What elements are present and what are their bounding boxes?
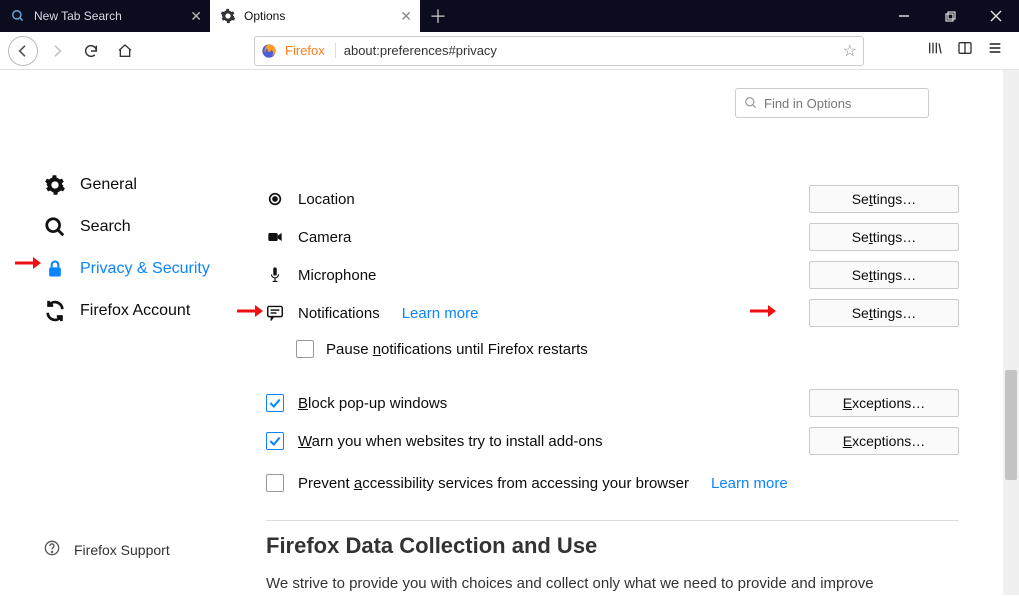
settings-button-notifications[interactable]: Settings… — [809, 299, 959, 327]
gear-icon — [220, 8, 236, 24]
tab-label: Options — [244, 9, 285, 23]
tab-options[interactable]: Options ✕ — [210, 0, 420, 32]
support-label: Firefox Support — [74, 542, 170, 558]
toolbar: Firefox ☆ — [0, 32, 1019, 70]
permission-row-notifications: Notifications Learn more Settings… — [266, 294, 959, 332]
section-title-data-collection: Firefox Data Collection and Use — [266, 533, 959, 559]
checkbox-label: Pause notifications until Firefox restar… — [326, 341, 588, 358]
search-icon — [44, 216, 66, 238]
notification-icon — [266, 304, 284, 322]
sidebar-item-general[interactable]: General — [0, 164, 240, 206]
library-icon[interactable] — [927, 40, 943, 61]
sidebar-toggle-icon[interactable] — [957, 40, 973, 61]
url-input[interactable] — [344, 43, 835, 58]
checkbox-warn-addons[interactable] — [266, 432, 284, 450]
reload-button[interactable] — [76, 36, 106, 66]
settings-button-location[interactable]: Settings… — [809, 185, 959, 213]
sidebar-item-account[interactable]: Firefox Account — [0, 290, 240, 332]
permission-row-camera: Camera Settings… — [266, 218, 959, 256]
bookmark-star-icon[interactable]: ☆ — [843, 41, 857, 61]
pause-notifications-row: Pause notifications until Firefox restar… — [296, 332, 959, 366]
permission-row-microphone: Microphone Settings… — [266, 256, 959, 294]
sidebar-label: Firefox Account — [80, 302, 190, 320]
sidebar-label: General — [80, 176, 137, 194]
maximize-button[interactable] — [927, 0, 973, 32]
permission-label: Location — [298, 191, 355, 208]
back-button[interactable] — [8, 36, 38, 66]
permission-label: Camera — [298, 229, 351, 246]
microphone-icon — [266, 266, 284, 284]
url-brand-label: Firefox — [285, 43, 336, 58]
annotation-arrow-icon — [237, 304, 263, 318]
close-icon[interactable]: ✕ — [190, 8, 202, 25]
exceptions-button-popups[interactable]: Exceptions… — [809, 389, 959, 417]
search-icon — [10, 8, 26, 24]
new-tab-button[interactable]: ＋ — [420, 0, 456, 32]
lock-icon — [44, 258, 66, 280]
learn-more-link[interactable]: Learn more — [711, 475, 788, 492]
scrollbar[interactable] — [1003, 70, 1019, 595]
content-area: General Search Privacy & Security Firefo… — [0, 70, 1019, 595]
settings-button-microphone[interactable]: Settings… — [809, 261, 959, 289]
tab-label: New Tab Search — [34, 9, 122, 23]
find-in-options[interactable]: Find in Options — [735, 88, 929, 118]
camera-icon — [266, 228, 284, 246]
firefox-icon — [261, 43, 277, 59]
learn-more-link[interactable]: Learn more — [402, 305, 479, 322]
prevent-a11y-row: Prevent accessibility services from acce… — [266, 464, 959, 502]
minimize-button[interactable] — [881, 0, 927, 32]
close-window-button[interactable] — [973, 0, 1019, 32]
sidebar-label: Privacy & Security — [80, 260, 210, 278]
preferences-main: Find in Options Location Settings… Camer… — [240, 70, 1019, 595]
divider — [266, 520, 959, 521]
sidebar-label: Search — [80, 218, 131, 236]
block-popups-row: Block pop-up windows Exceptions… — [266, 384, 959, 422]
close-icon[interactable]: ✕ — [400, 8, 412, 25]
sidebar-item-support[interactable]: Firefox Support — [44, 540, 170, 559]
checkbox-label: Prevent accessibility services from acce… — [298, 475, 689, 492]
gear-icon — [44, 174, 66, 196]
exceptions-button-addons[interactable]: Exceptions… — [809, 427, 959, 455]
settings-button-camera[interactable]: Settings… — [809, 223, 959, 251]
window-controls — [881, 0, 1019, 32]
warn-addons-row: Warn you when websites try to install ad… — [266, 422, 959, 460]
sidebar-item-search[interactable]: Search — [0, 206, 240, 248]
titlebar: New Tab Search ✕ Options ✕ ＋ — [0, 0, 1019, 32]
url-bar[interactable]: Firefox ☆ — [254, 36, 864, 66]
help-icon — [44, 540, 60, 559]
tab-new-tab-search[interactable]: New Tab Search ✕ — [0, 0, 210, 32]
checkbox-prevent-a11y[interactable] — [266, 474, 284, 492]
checkbox-label: Block pop-up windows — [298, 395, 447, 412]
scroll-thumb[interactable] — [1005, 370, 1017, 480]
home-button[interactable] — [110, 36, 140, 66]
search-icon — [744, 96, 758, 110]
permission-label: Microphone — [298, 267, 376, 284]
checkbox-label: Warn you when websites try to install ad… — [298, 433, 603, 450]
checkbox-block-popups[interactable] — [266, 394, 284, 412]
location-icon — [266, 190, 284, 208]
annotation-arrow-icon — [750, 304, 776, 318]
checkbox-pause-notifications[interactable] — [296, 340, 314, 358]
preferences-sidebar: General Search Privacy & Security Firefo… — [0, 70, 240, 595]
search-placeholder: Find in Options — [764, 96, 851, 111]
permission-label: Notifications — [298, 305, 380, 322]
menu-icon[interactable] — [987, 40, 1003, 61]
annotation-arrow-icon — [15, 256, 41, 270]
sync-icon — [44, 300, 66, 322]
section-text-data-collection: We strive to provide you with choices an… — [266, 573, 906, 596]
forward-button[interactable] — [42, 36, 72, 66]
permission-row-location: Location Settings… — [266, 180, 959, 218]
